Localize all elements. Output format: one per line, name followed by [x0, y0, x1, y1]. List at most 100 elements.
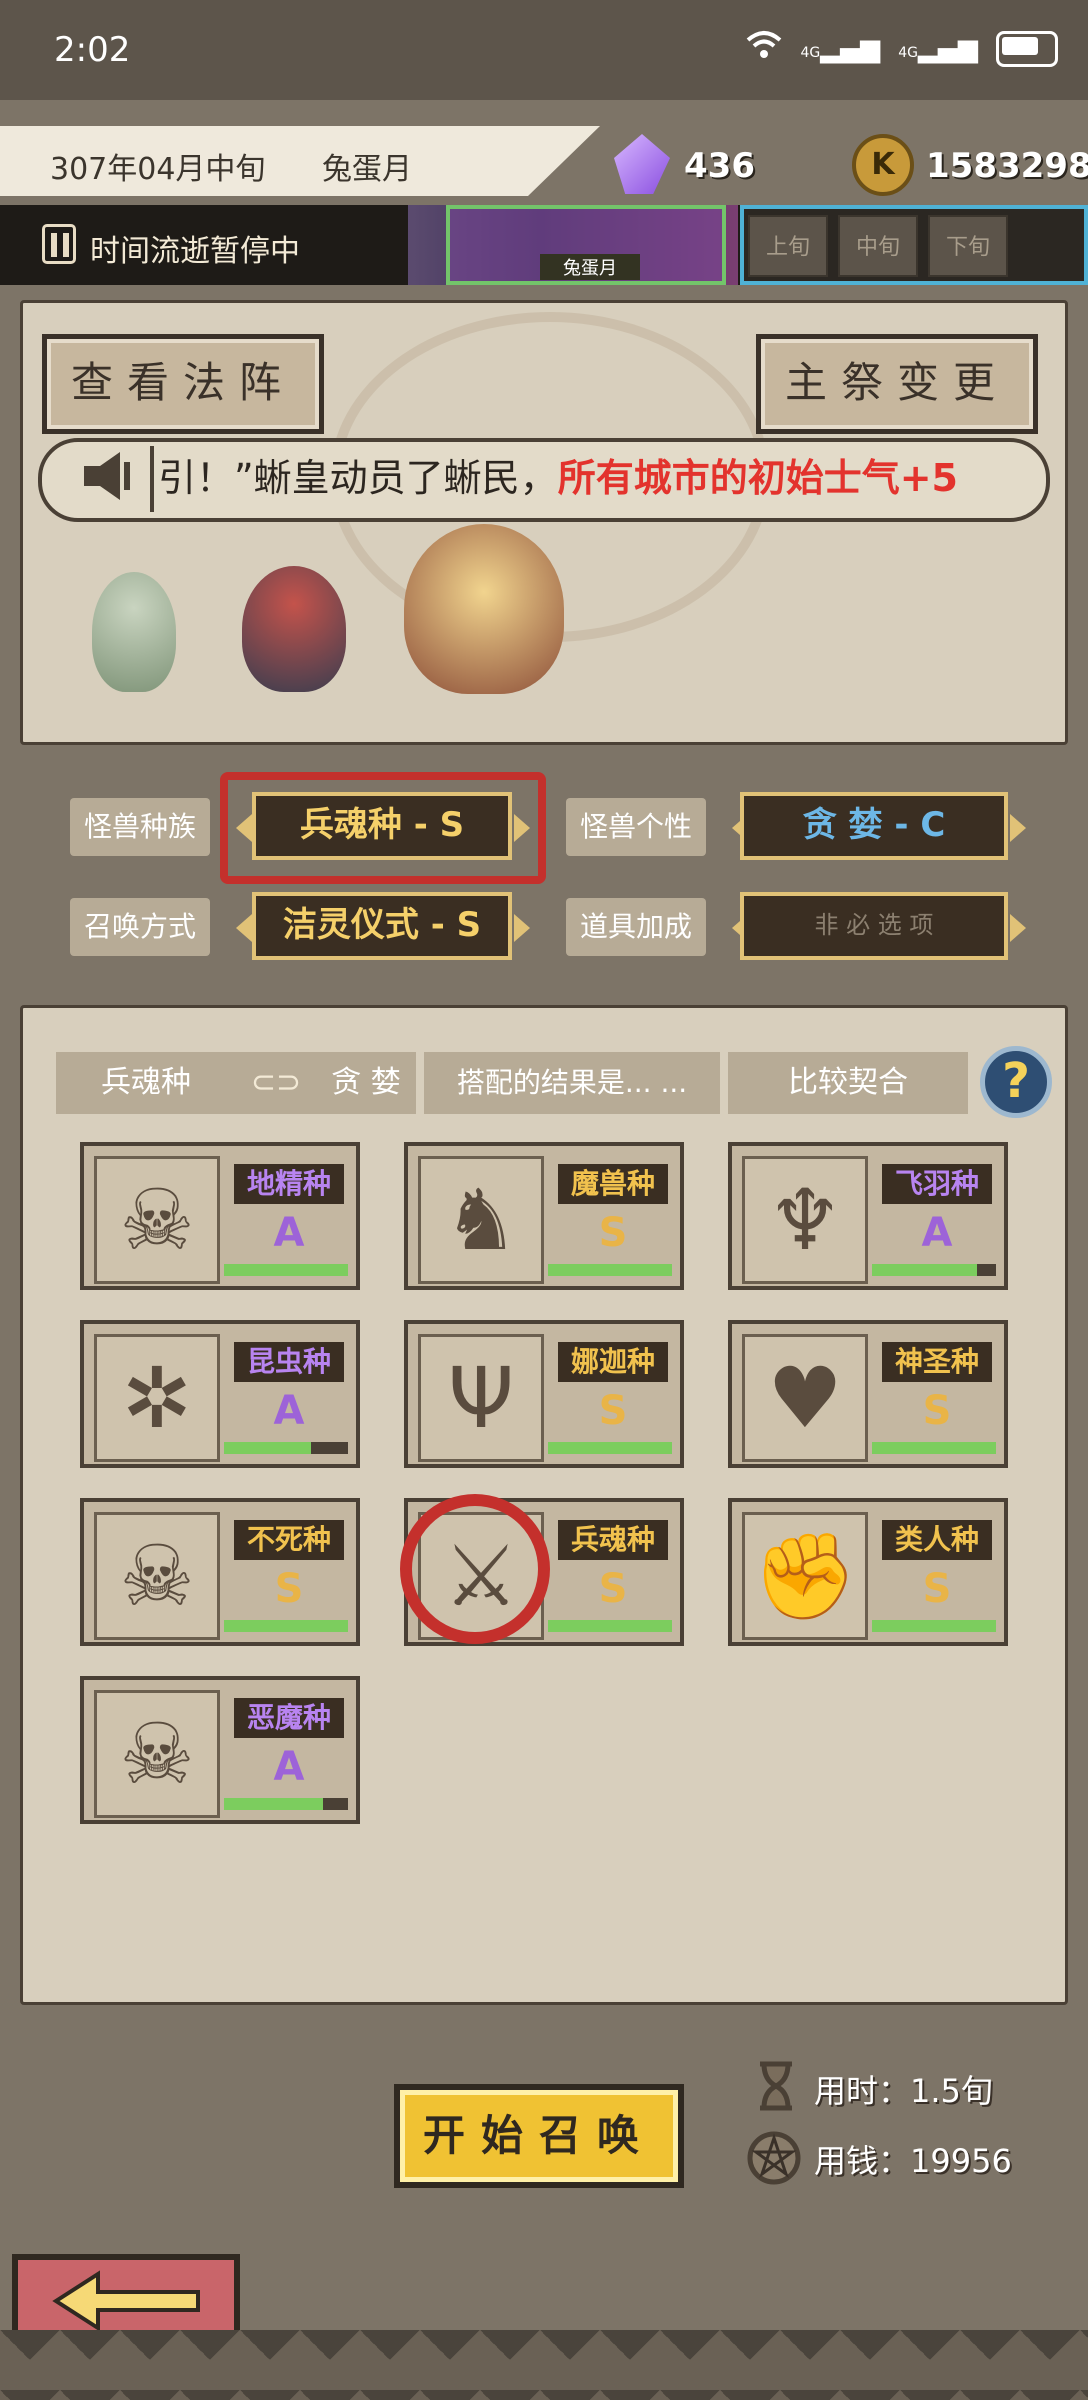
coin-icon: K	[852, 134, 914, 196]
compat-bar	[224, 1264, 348, 1276]
coin-count: 1583298	[926, 146, 1088, 186]
item-selector[interactable]: 非 必 选 项	[740, 892, 1008, 960]
personality-label: 怪兽个性	[566, 798, 706, 856]
crystal-icon	[614, 134, 670, 194]
race-emblem-icon: ♞	[443, 1171, 519, 1269]
race-card[interactable]: ✊ 类人种 S	[728, 1498, 1008, 1646]
help-icon[interactable]: ?	[980, 1046, 1052, 1118]
race-prev-arrow[interactable]	[236, 814, 252, 842]
pentagram-coin-icon	[746, 2130, 801, 2185]
race-name: 地精种	[234, 1164, 344, 1204]
tribal-character	[242, 566, 346, 692]
compat-bar	[548, 1264, 672, 1276]
pause-icon[interactable]	[42, 224, 76, 264]
race-grade: S	[598, 1210, 628, 1256]
race-card[interactable]: ♞ 魔兽种 S	[404, 1142, 684, 1290]
current-month-label: 兔蛋月	[540, 254, 640, 280]
ticker-text: 引！”蜥皇动员了蜥民，所有城市的初始士气+5	[158, 448, 998, 508]
hourglass-icon	[750, 2060, 802, 2112]
compat-bar-fill	[224, 1620, 348, 1632]
race-grade: A	[273, 1210, 305, 1256]
bottom-border	[0, 2330, 1088, 2400]
start-summon-button[interactable]: 开始召唤	[394, 2084, 684, 2188]
compat-bar-fill	[872, 1620, 996, 1632]
race-grade: S	[274, 1566, 304, 1612]
compat-bar-fill	[872, 1442, 996, 1454]
combo-personality: 贪 婪	[316, 1052, 416, 1114]
race-name: 神圣种	[882, 1342, 992, 1382]
method-next-arrow[interactable]	[514, 914, 530, 942]
compat-bar	[872, 1620, 996, 1632]
race-emblem: Ψ	[418, 1334, 544, 1462]
compat-bar	[872, 1442, 996, 1454]
status-icons: 4G▂▄▆ 4G▂▄▆	[746, 30, 1058, 67]
race-grade: A	[921, 1210, 953, 1256]
race-emblem: ☠	[94, 1690, 220, 1818]
race-card[interactable]: ♥ 神圣种 S	[728, 1320, 1008, 1468]
compat-bar	[224, 1798, 348, 1810]
combo-race: 兵魂种	[56, 1052, 236, 1114]
race-name: 类人种	[882, 1520, 992, 1560]
race-card[interactable]: ♆ 飞羽种 A	[728, 1142, 1008, 1290]
method-selector[interactable]: 洁灵仪式 - S	[252, 892, 512, 960]
compat-bar	[872, 1264, 996, 1276]
personality-selector[interactable]: 贪 婪 - C	[740, 792, 1008, 860]
race-emblem-icon: Ψ	[447, 1349, 515, 1447]
battery-icon	[996, 30, 1058, 67]
signal-icon: 4G▂▄▆	[800, 33, 881, 64]
race-emblem-icon: ♥	[767, 1349, 843, 1447]
race-emblem-icon: ☠	[119, 1171, 195, 1269]
compat-bar	[548, 1442, 672, 1454]
race-emblem: ☠	[94, 1156, 220, 1284]
race-name: 不死种	[234, 1520, 344, 1560]
ticker-message: 引！”蜥皇动员了蜥民，	[158, 456, 558, 500]
race-emblem-icon: ☠	[119, 1527, 195, 1625]
wifi-icon	[746, 30, 782, 67]
time-status: 时间流逝暂停中	[90, 234, 300, 269]
race-card[interactable]: ✲ 昆虫种 A	[80, 1320, 360, 1468]
race-card[interactable]: ☠ 不死种 S	[80, 1498, 360, 1646]
witch-character	[404, 524, 564, 694]
race-label: 怪兽种族	[70, 798, 210, 856]
compat-bar-fill	[224, 1264, 348, 1276]
combo-result-label: 搭配的结果是... ...	[424, 1052, 720, 1114]
compat-bar	[224, 1620, 348, 1632]
compat-bar-fill	[548, 1442, 672, 1454]
race-card[interactable]: ☠ 地精种 A	[80, 1142, 360, 1290]
race-emblem: ♆	[742, 1156, 868, 1284]
period-early-button[interactable]: 上旬	[748, 215, 828, 277]
ticker-divider	[150, 446, 154, 512]
race-emblem-icon: ☠	[119, 1705, 195, 1803]
compat-bar-fill	[872, 1264, 978, 1276]
race-name: 恶魔种	[234, 1698, 344, 1738]
race-grade: S	[922, 1388, 952, 1434]
money-cost: 用钱：19956	[814, 2142, 1012, 2180]
race-grade: S	[598, 1566, 628, 1612]
race-name: 飞羽种	[882, 1164, 992, 1204]
compat-bar-fill	[548, 1620, 672, 1632]
view-array-button[interactable]: 查看法阵	[42, 334, 324, 434]
race-emblem-icon: ✲	[121, 1349, 193, 1447]
link-icon: ⊂⊃	[236, 1052, 316, 1114]
compat-bar-fill	[224, 1442, 311, 1454]
monster-character	[92, 572, 176, 692]
race-emblem: ✲	[94, 1334, 220, 1462]
race-emblem: ♥	[742, 1334, 868, 1462]
method-prev-arrow[interactable]	[236, 914, 252, 942]
race-card[interactable]: ☠ 恶魔种 A	[80, 1676, 360, 1824]
race-selector[interactable]: 兵魂种 - S	[252, 792, 512, 860]
compat-bar-fill	[548, 1264, 672, 1276]
signal-icon-2: 4G▂▄▆	[898, 33, 978, 64]
item-label: 道具加成	[566, 898, 706, 956]
race-next-arrow[interactable]	[514, 814, 530, 842]
personality-next-arrow[interactable]	[1010, 814, 1026, 842]
item-next-arrow[interactable]	[1010, 914, 1026, 942]
compat-bar-fill	[224, 1798, 324, 1810]
race-emblem-icon: ♆	[767, 1171, 843, 1269]
period-mid-button[interactable]: 中旬	[838, 215, 918, 277]
change-priest-button[interactable]: 主祭变更	[756, 334, 1038, 434]
race-emblem-icon: ✊	[752, 1527, 858, 1625]
time-cost: 用时：1.5旬	[814, 2072, 993, 2110]
period-late-button[interactable]: 下旬	[928, 215, 1008, 277]
race-card[interactable]: Ψ 娜迦种 S	[404, 1320, 684, 1468]
